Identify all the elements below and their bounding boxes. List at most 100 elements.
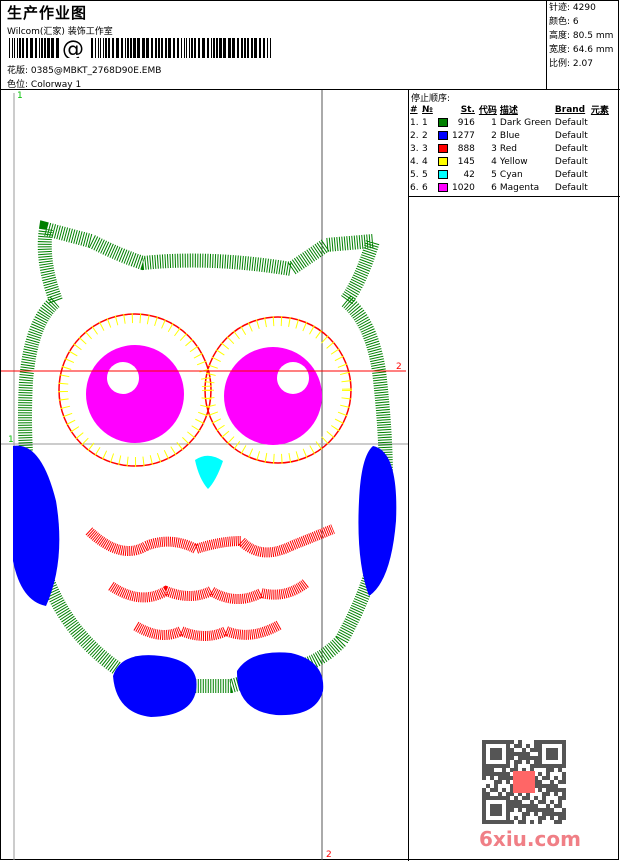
- barcode-bar: [142, 38, 145, 58]
- barcode-bar: [161, 38, 163, 58]
- barcode-bar: [22, 38, 24, 58]
- barcode-bar: [56, 38, 59, 58]
- barcode-bar: [267, 38, 268, 58]
- marker-left: 1: [8, 435, 14, 445]
- barcode: @: [9, 38, 271, 58]
- barcode-bar: [223, 38, 226, 58]
- barcode-bar: [137, 38, 140, 58]
- design-file: 花版: 0385@MBKT_2768D90E.EMB: [7, 63, 161, 76]
- design-label: 花版:: [7, 66, 29, 76]
- barcode-bar: [213, 38, 215, 58]
- barcode-symbol: @: [62, 38, 84, 58]
- owl-wings-blue: [13, 445, 397, 717]
- stats-box: 针迹: 4290 颜色: 6 高度: 80.5 mm 宽度: 64.6 mm 比…: [546, 1, 620, 89]
- barcode-bar: [151, 38, 153, 58]
- table-row: 4. 4 145 4 Yellow Default: [410, 156, 588, 167]
- barcode-bar: [241, 38, 243, 58]
- barcode-bar: [44, 38, 46, 58]
- barcode-bar: [125, 38, 126, 58]
- barcode-bar: [39, 38, 40, 58]
- design-value: 0385@MBKT_2768D90E.EMB: [30, 66, 162, 76]
- barcode-bar: [259, 38, 261, 58]
- color-swatch: [438, 169, 448, 179]
- barcode-bar: [19, 38, 21, 58]
- seal-stamp: [513, 771, 535, 793]
- barcode-bar: [270, 38, 271, 58]
- owl-eyes: [58, 313, 352, 489]
- divider: [408, 89, 409, 861]
- table-row: 1. 1 916 1 Dark Green Default: [410, 117, 588, 128]
- barcode-bar: [105, 38, 107, 58]
- marker-bottom: 2: [326, 850, 332, 860]
- marker-right: 2: [396, 362, 402, 372]
- divider: [408, 196, 620, 197]
- barcode-bar: [263, 38, 265, 58]
- barcode-bar: [168, 38, 171, 58]
- barcode-bar: [251, 38, 253, 58]
- barcode-bar: [254, 38, 257, 58]
- barcode-bar: [186, 38, 187, 58]
- barcode-bar: [112, 38, 114, 58]
- color-swatch: [438, 156, 448, 166]
- barcode-bar: [35, 38, 37, 58]
- barcode-bar: [155, 38, 157, 58]
- barcode-bar: [237, 38, 239, 58]
- barcode-bar: [98, 38, 99, 58]
- barcode-bar: [127, 38, 129, 58]
- table-row: 2. 2 1277 2 Blue Default: [410, 130, 588, 141]
- barcode-bar: [130, 38, 132, 58]
- table-row: 3. 3 888 3 Red Default: [410, 143, 588, 154]
- stat-height: 高度: 80.5 mm: [549, 31, 614, 41]
- barcode-bar: [41, 38, 43, 58]
- barcode-bar: [202, 38, 205, 58]
- barcode-bar: [146, 38, 149, 58]
- stop-sequence-table: # № St. 代码 描述 Brand 元素 1. 1 916 1 Dark Green…: [410, 103, 613, 194]
- barcode-bar: [12, 38, 13, 58]
- barcode-bar: [184, 38, 185, 58]
- barcode-bar: [51, 38, 54, 58]
- barcode-bar: [189, 38, 190, 58]
- barcode-bar: [232, 38, 235, 58]
- barcode-bar: [216, 38, 218, 58]
- color-swatch: [438, 143, 448, 153]
- barcode-bar: [181, 38, 182, 58]
- barcode-bar: [121, 38, 123, 58]
- barcode-bar: [158, 38, 160, 58]
- color-swatch: [438, 117, 448, 127]
- barcode-bar: [133, 38, 136, 58]
- barcode-bar: [30, 38, 33, 58]
- barcode-bar: [9, 38, 10, 58]
- barcode-bar: [194, 38, 196, 58]
- barcode-bar: [198, 38, 200, 58]
- barcode-bar: [191, 38, 193, 58]
- barcode-bar: [17, 38, 18, 58]
- barcode-bar: [108, 38, 110, 58]
- barcode-bar: [211, 38, 212, 58]
- barcode-bar: [165, 38, 167, 58]
- barcode-bar: [207, 38, 209, 58]
- watermark-text: 6xiu.com: [479, 827, 581, 851]
- page-title: 生产作业图: [7, 4, 88, 22]
- barcode-bar: [219, 38, 222, 58]
- qr-code: [482, 740, 566, 824]
- barcode-bar: [177, 38, 179, 58]
- barcode-bar: [95, 38, 96, 58]
- barcode-bar: [47, 38, 50, 58]
- barcode-bar: [100, 38, 101, 58]
- barcode-bar: [173, 38, 175, 58]
- barcode-bar: [91, 38, 93, 58]
- barcode-bar: [228, 38, 231, 58]
- stat-colors: 颜色: 6: [549, 17, 579, 27]
- barcode-bar: [103, 38, 104, 58]
- owl-chest-red: [85, 524, 335, 641]
- color-swatch: [438, 182, 448, 192]
- barcode-bar: [244, 38, 246, 58]
- stat-scale: 比例: 2.07: [549, 59, 593, 69]
- color-swatch: [438, 130, 448, 140]
- barcode-bar: [14, 38, 15, 58]
- barcode-bar: [26, 38, 28, 58]
- embroidery-preview: 1 1 2 2: [1, 90, 408, 860]
- barcode-bar: [247, 38, 249, 58]
- table-row: 5. 5 42 5 Cyan Default: [410, 169, 588, 180]
- company-name: Wilcom(汇家) 装饰工作室: [7, 27, 113, 37]
